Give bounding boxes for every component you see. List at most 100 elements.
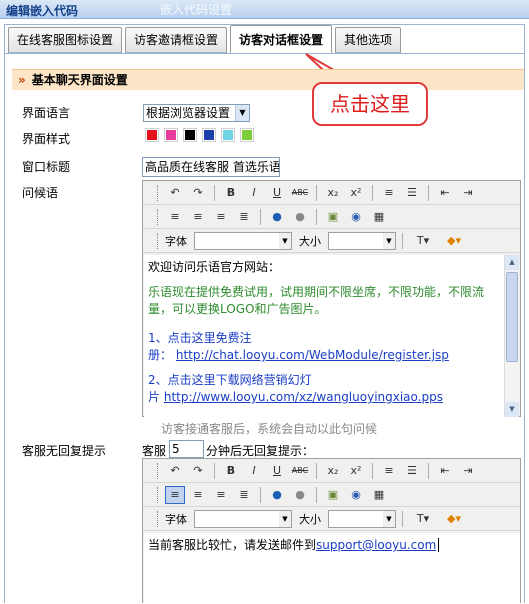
tab-icon-settings[interactable]: 在线客服图标设置 (8, 27, 123, 53)
greeting-editor: ↶ ↷ B I U ABC x₂ x² ≡ ☰ ⇤ ⇥ ≡ ≡ ≡ ≣ ● ● … (142, 180, 521, 417)
greeting-line-trial: 乐语现在提供免费试用，试用期间不限坐席，不限功能，不限流量，可以更换LOGO和广… (148, 285, 485, 316)
outdent-icon[interactable]: ⇤ (435, 462, 455, 480)
strikethrough-icon[interactable]: ABC (290, 462, 310, 480)
editor-toolbar-row2: ≡ ≡ ≡ ≣ ● ● ▣ ◉ ▦ (143, 205, 520, 229)
greeting-hint: 访客接通客服后，系统会自动以此句问候 (161, 422, 378, 436)
superscript-icon[interactable]: x² (346, 462, 366, 480)
link-icon[interactable]: ● (267, 208, 287, 226)
bold-icon[interactable]: B (221, 184, 241, 202)
align-right-icon[interactable]: ≡ (211, 208, 231, 226)
greeting-label: 问候语 (22, 186, 59, 200)
reply-toolbar-row1: ↶ ↷ B I U ABC x₂ x² ≡ ☰ ⇤ ⇥ (143, 459, 520, 483)
style-swatch-blue[interactable] (202, 128, 216, 142)
download-link[interactable]: http://www.looyu.com/xz/wangluoyingxiao.… (164, 390, 443, 404)
undo-icon[interactable]: ↶ (165, 462, 185, 480)
align-right-icon[interactable]: ≡ (211, 486, 231, 504)
size-label: 大小 (299, 512, 321, 526)
table-icon[interactable]: ▦ (369, 486, 389, 504)
strikethrough-icon[interactable]: ABC (290, 184, 310, 202)
no-reply-suffix: 分钟后无回复提示： (206, 444, 315, 458)
window-title-label: 窗口标题 (22, 160, 71, 174)
tab-chat-window-settings[interactable]: 访客对话框设置 (230, 25, 333, 53)
dialog-ghost-title: 嵌入代码设置 (160, 3, 233, 17)
superscript-icon[interactable]: x² (346, 184, 366, 202)
reply-content[interactable]: 当前客服比较忙，请发送邮件到support@looyu.com (144, 533, 520, 604)
italic-icon[interactable]: I (244, 184, 264, 202)
bold-icon[interactable]: B (221, 462, 241, 480)
greeting-scrollbar[interactable]: ▲ ▼ (504, 255, 519, 417)
indent-icon[interactable]: ⇥ (458, 462, 478, 480)
background-color-icon[interactable]: ◆▾ (440, 510, 468, 528)
font-family-select[interactable]: ▼ (194, 231, 292, 250)
tab-other-options[interactable]: 其他选项 (335, 27, 402, 53)
language-select[interactable]: 根据浏览器设置 ▼ (143, 104, 250, 122)
style-label: 界面样式 (22, 132, 71, 146)
scroll-up-icon[interactable]: ▲ (505, 255, 519, 270)
dialog-titlebar: 编辑嵌入代码 嵌入代码设置 (0, 0, 529, 19)
link-icon[interactable]: ● (267, 486, 287, 504)
flash-icon[interactable]: ◉ (346, 208, 366, 226)
scroll-down-icon[interactable]: ▼ (505, 402, 519, 417)
subscript-icon[interactable]: x₂ (323, 184, 343, 202)
flash-icon[interactable]: ◉ (346, 486, 366, 504)
align-left-icon[interactable]: ≡ (165, 485, 185, 504)
font-size-select[interactable]: ▼ (328, 231, 396, 250)
underline-icon[interactable]: U (267, 184, 287, 202)
text-color-icon[interactable]: T▾ (409, 510, 437, 528)
dialog-title: 编辑嵌入代码 (6, 4, 79, 18)
align-center-icon[interactable]: ≡ (188, 486, 208, 504)
undo-icon[interactable]: ↶ (165, 184, 185, 202)
image-icon[interactable]: ▣ (323, 208, 343, 226)
italic-icon[interactable]: I (244, 462, 264, 480)
subscript-icon[interactable]: x₂ (323, 462, 343, 480)
align-center-icon[interactable]: ≡ (188, 208, 208, 226)
background-color-icon[interactable]: ◆▾ (440, 232, 468, 250)
numbered-list-icon[interactable]: ≡ (379, 184, 399, 202)
font-label: 字体 (165, 512, 187, 526)
font-size-select[interactable]: ▼ (328, 509, 396, 528)
align-justify-icon[interactable]: ≣ (234, 486, 254, 504)
unlink-icon[interactable]: ● (290, 208, 310, 226)
tab-invite-settings[interactable]: 访客邀请框设置 (125, 27, 228, 53)
bullet-list-icon[interactable]: ☰ (402, 184, 422, 202)
style-swatch-cyan[interactable] (221, 128, 235, 142)
greeting-content[interactable]: 欢迎访问乐语官方网站： 乐语现在提供免费试用，试用期间不限坐席，不限功能，不限流… (144, 255, 505, 417)
download-prefix: 片 (148, 390, 161, 404)
style-swatch-black[interactable] (183, 128, 197, 142)
table-icon[interactable]: ▦ (369, 208, 389, 226)
register-link[interactable]: http://chat.looyu.com/WebModule/register… (176, 348, 449, 362)
bullet-list-icon[interactable]: ☰ (402, 462, 422, 480)
chevron-down-icon: ▼ (279, 510, 291, 527)
scroll-thumb[interactable] (506, 272, 518, 362)
redo-icon[interactable]: ↷ (188, 462, 208, 480)
no-reply-minutes-input[interactable]: 5 (169, 440, 204, 458)
style-swatch-green[interactable] (240, 128, 254, 142)
style-swatch-pink[interactable] (164, 128, 178, 142)
text-color-icon[interactable]: T▾ (409, 232, 437, 250)
reply-email-link[interactable]: support@looyu.com (316, 538, 436, 552)
unlink-icon[interactable]: ● (290, 486, 310, 504)
font-label: 字体 (165, 234, 187, 248)
reply-editor: ↶ ↷ B I U ABC x₂ x² ≡ ☰ ⇤ ⇥ ≡ ≡ ≡ ≣ ● ● … (142, 458, 521, 604)
align-left-icon[interactable]: ≡ (165, 208, 185, 226)
indent-icon[interactable]: ⇥ (458, 184, 478, 202)
chevron-down-icon: ▼ (383, 232, 395, 249)
style-swatch-red[interactable] (145, 128, 159, 142)
chevron-down-icon: ▼ (383, 510, 395, 527)
reply-text: 当前客服比较忙，请发送邮件到 (148, 538, 317, 552)
register-prefix: 册： (148, 348, 173, 362)
redo-icon[interactable]: ↷ (188, 184, 208, 202)
numbered-list-icon[interactable]: ≡ (379, 462, 399, 480)
no-reply-label: 客服无回复提示 (22, 444, 107, 458)
chevron-down-icon[interactable]: ▼ (235, 105, 249, 121)
outdent-icon[interactable]: ⇤ (435, 184, 455, 202)
image-icon[interactable]: ▣ (323, 486, 343, 504)
greeting-line-welcome: 欢迎访问乐语官方网站： (148, 260, 281, 274)
editor-toolbar-row3: 字体 ▼ 大小 ▼ T▾ ◆▾ (143, 229, 520, 253)
underline-icon[interactable]: U (267, 462, 287, 480)
reply-toolbar-row3: 字体 ▼ 大小 ▼ T▾ ◆▾ (143, 507, 520, 531)
font-family-select[interactable]: ▼ (194, 509, 292, 528)
click-here-callout: 点击这里 (312, 82, 428, 126)
window-title-input[interactable]: 高品质在线客服 首选乐语 (142, 157, 280, 177)
align-justify-icon[interactable]: ≣ (234, 208, 254, 226)
